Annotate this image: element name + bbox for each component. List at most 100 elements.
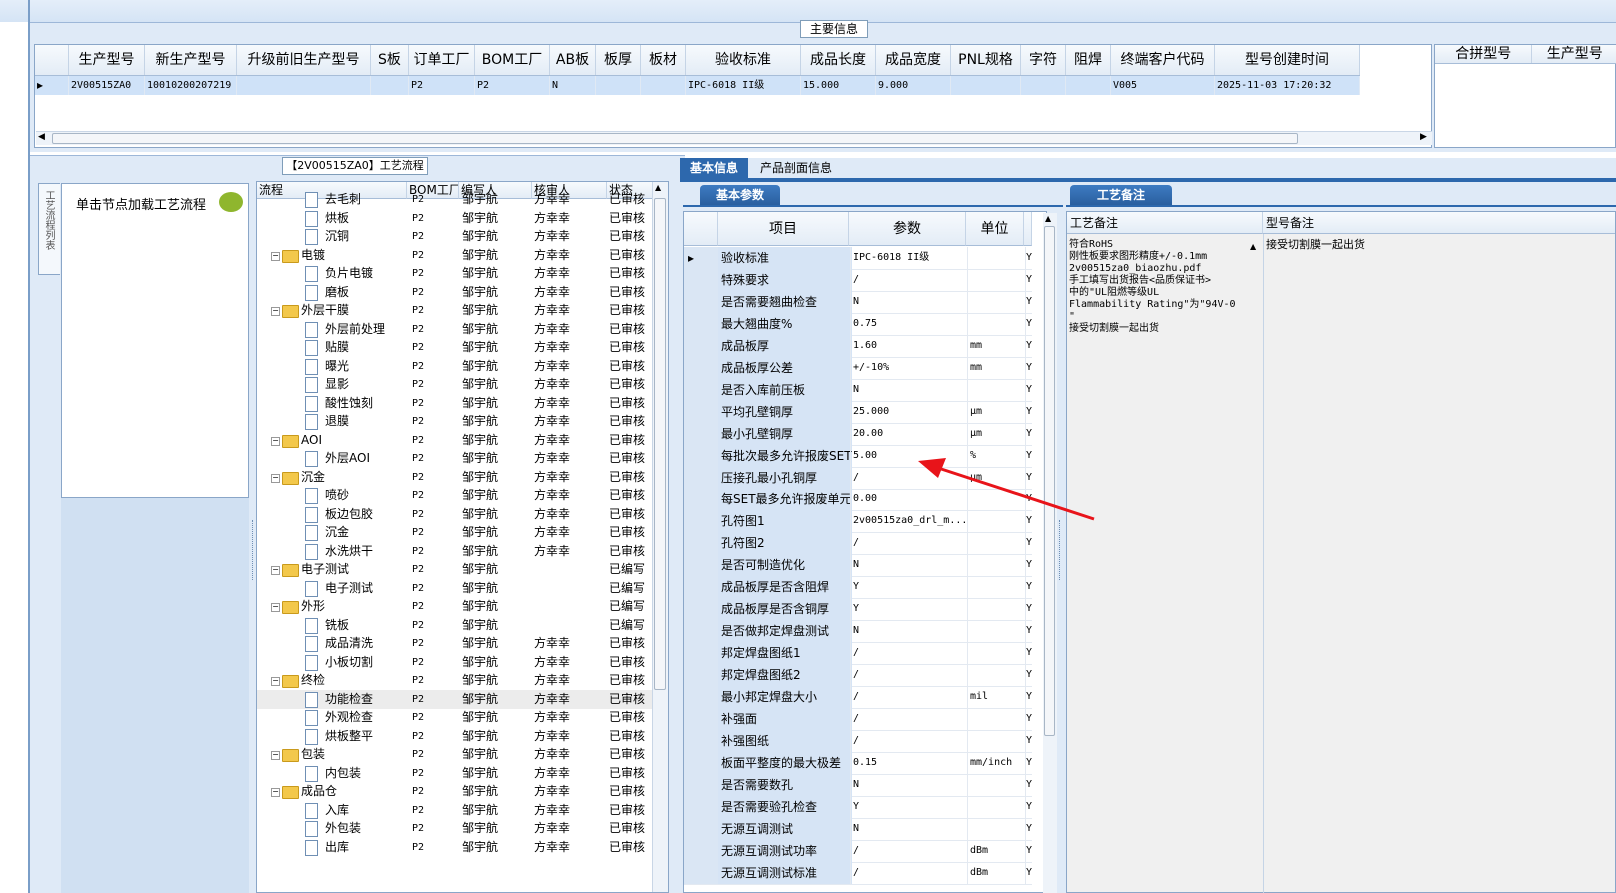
param-row[interactable]: 是否做邦定焊盘测试 N Y (684, 620, 1032, 644)
main-grid-hscroll-thumb[interactable] (52, 133, 1298, 144)
tree-node-name[interactable]: 铣板 (325, 616, 349, 635)
col-model-notes[interactable]: 型号备注 (1263, 212, 1615, 234)
param-row[interactable]: 是否需要翘曲检查 N Y (684, 290, 1032, 314)
process-notes-text[interactable]: 符合RoHS 刚性板要求图形精度+/-0.1mm 2v00515za0_biaozh… (1069, 239, 1259, 335)
row-indicator[interactable] (684, 268, 718, 291)
params-col-header[interactable]: 参数 (849, 212, 966, 246)
param-value[interactable]: 0.00 (850, 488, 968, 511)
scroll-left-arrow-icon[interactable]: ◀ (38, 132, 45, 142)
param-value[interactable]: +/-10% (850, 356, 968, 379)
chat-bubble-icon[interactable] (219, 192, 243, 212)
row-indicator[interactable] (684, 290, 718, 313)
param-value[interactable]: Y (850, 576, 968, 599)
table-cell[interactable] (237, 76, 371, 95)
param-value[interactable]: N (850, 817, 968, 840)
tree-node-name[interactable]: 外层AOI (325, 449, 370, 468)
row-indicator[interactable] (684, 664, 718, 687)
row-indicator[interactable] (684, 707, 718, 730)
row-indicator[interactable] (684, 817, 718, 840)
row-indicator[interactable] (684, 620, 718, 643)
param-value[interactable]: Y (850, 795, 968, 818)
row-indicator[interactable] (684, 466, 718, 489)
tree-row[interactable]: 内包装 P2 邹宇航 方幸幸 已审核 (257, 764, 653, 783)
tree-node-name[interactable]: 沉铜 (325, 227, 349, 246)
expand-toggle-icon[interactable]: − (271, 677, 280, 686)
row-indicator[interactable] (684, 729, 718, 752)
param-row[interactable]: 孔符图2/ Y (684, 532, 1032, 556)
table-cell[interactable] (596, 76, 641, 95)
param-row[interactable]: 最大翘曲度% 0.75 Y (684, 312, 1032, 336)
row-indicator[interactable] (684, 839, 718, 862)
tree-row[interactable]: 板边包胶 P2 邹宇航 方幸幸 已审核 (257, 505, 653, 524)
process-tree[interactable]: 流程 BOM工厂 编写人 核审人 状态 去毛刺 P2 邹宇航 方幸幸 已审核 烘板 P2 邹宇航 方幸幸… (256, 181, 669, 893)
param-row[interactable]: 最小孔壁铜厚 20.00 μm Y (684, 422, 1032, 446)
param-row[interactable]: 成品板厚 1.60 mm Y (684, 334, 1032, 358)
tree-node-name[interactable]: 退膜 (325, 412, 349, 431)
param-value[interactable]: Y (850, 598, 968, 621)
param-row[interactable]: 是否入库前压板 N Y (684, 378, 1032, 402)
row-indicator[interactable] (684, 378, 718, 401)
params-col-header[interactable]: 单位 (966, 212, 1024, 246)
tree-row[interactable]: 小板切割 P2 邹宇航 方幸幸 已审核 (257, 653, 653, 672)
tree-row[interactable]: − 包装 P2 邹宇航 方幸幸 已审核 (257, 745, 653, 764)
param-value[interactable]: / (850, 707, 968, 730)
row-indicator[interactable] (684, 334, 718, 357)
col-header[interactable]: S板 (371, 45, 409, 75)
param-value[interactable]: 5.00 (850, 444, 968, 467)
param-row[interactable]: 每批次最多允许报废SET 5.00% Y (684, 444, 1032, 468)
param-row[interactable]: 补强图纸 / Y (684, 729, 1032, 753)
tree-row[interactable]: 烘板整平 P2 邹宇航 方幸幸 已审核 (257, 727, 653, 746)
tree-node-name[interactable]: 贴膜 (325, 338, 349, 357)
model-notes-text[interactable]: 接受切割膜一起出货 (1266, 239, 1606, 251)
row-indicator[interactable]: ▸ (35, 76, 69, 95)
tree-row[interactable]: 外层AOI P2 邹宇航 方幸幸 已审核 (257, 449, 653, 468)
table-cell[interactable]: 10010200207219 (145, 76, 237, 95)
param-row[interactable]: ▸ 验收标准 IPC-6018 II级 Y (684, 247, 1032, 270)
tree-row[interactable]: 外层前处理 P2 邹宇航 方幸幸 已审核 (257, 320, 653, 339)
tree-row[interactable]: − 电子测试 P2 邹宇航 已编写 (257, 560, 653, 579)
row-indicator[interactable] (684, 751, 718, 774)
col-header[interactable]: 型号创建时间 (1215, 45, 1360, 75)
col-header[interactable]: 验收标准 (686, 45, 801, 75)
tree-row[interactable]: 出库 P2 邹宇航 方幸幸 已审核 (257, 838, 653, 857)
tree-node-name[interactable]: 烘板 (325, 209, 349, 228)
tree-node-name[interactable]: 包装 (301, 745, 325, 764)
table-cell[interactable] (371, 76, 409, 95)
tree-node-name[interactable]: 外观检查 (325, 708, 373, 727)
tree-row[interactable]: − 外形 P2 邹宇航 已编写 (257, 597, 653, 616)
merge-model-grid[interactable]: 合拼型号 生产型号 (1434, 44, 1616, 148)
tree-node-name[interactable]: 水洗烘干 (325, 542, 373, 561)
param-row[interactable]: 邦定焊盘图纸1/ Y (684, 642, 1032, 666)
tree-row[interactable]: 烘板 P2 邹宇航 方幸幸 已审核 (257, 209, 653, 228)
tree-row[interactable]: − 外层干膜 P2 邹宇航 方幸幸 已审核 (257, 301, 653, 320)
expand-toggle-icon[interactable]: − (271, 566, 280, 575)
col-process-notes[interactable]: 工艺备注 (1067, 212, 1263, 234)
tree-node-name[interactable]: 喷砂 (325, 486, 349, 505)
tree-node-name[interactable]: 酸性蚀刻 (325, 394, 373, 413)
row-indicator[interactable] (684, 642, 718, 665)
tree-node-name[interactable]: 外形 (301, 597, 325, 616)
tree-node-name[interactable]: 电子测试 (325, 579, 373, 598)
tab-basic-info[interactable]: 基本信息 (680, 158, 748, 178)
tab-basic-params[interactable]: 基本参数 (700, 185, 780, 205)
param-row[interactable]: 每SET最多允许报废单元 0.00 Y (684, 488, 1032, 512)
tree-row[interactable]: 功能检查 P2 邹宇航 方幸幸 已审核 (257, 689, 653, 709)
tree-row[interactable]: 成品清洗 P2 邹宇航 方幸幸 已审核 (257, 634, 653, 653)
row-indicator[interactable] (684, 554, 718, 577)
expand-toggle-icon[interactable]: − (271, 473, 280, 483)
splitter-handle-right[interactable] (1059, 520, 1063, 580)
param-value[interactable]: 0.15 (850, 751, 968, 774)
tree-vscroll-thumb[interactable] (654, 198, 666, 690)
tree-node-name[interactable]: 出库 (325, 838, 349, 857)
row-indicator[interactable] (684, 422, 718, 445)
param-value[interactable]: / (850, 268, 968, 291)
col-header[interactable]: 终端客户代码 (1111, 45, 1215, 75)
notes-scroll-up-icon[interactable]: ▲ (1250, 242, 1256, 251)
param-row[interactable]: 邦定焊盘图纸2/ Y (684, 664, 1032, 688)
table-cell[interactable]: 2025-11-03 17:20:32 (1215, 76, 1360, 95)
row-indicator[interactable] (684, 356, 718, 379)
param-row[interactable]: 最小邦定焊盘大小 / mil Y (684, 686, 1032, 709)
col-header[interactable]: 订单工厂 (409, 45, 475, 75)
param-value[interactable]: / (850, 729, 968, 752)
tree-node-name[interactable]: 显影 (325, 375, 349, 394)
